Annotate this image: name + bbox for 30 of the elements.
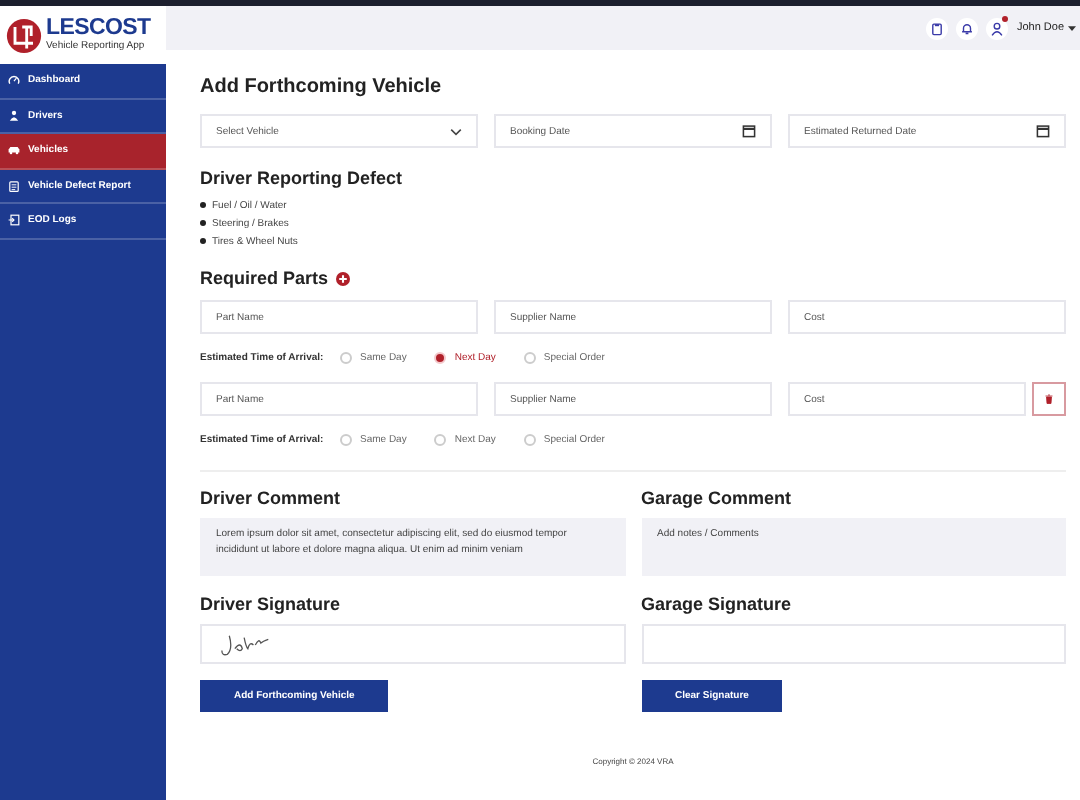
logo-icon [6,17,42,53]
calendar-icon [742,124,756,138]
car-icon [8,144,20,157]
logo-name: LESCOST [46,18,151,41]
page-title: Add Forthcoming Vehicle [200,76,444,98]
clipboard-button[interactable] [926,17,949,39]
bell-icon [960,21,975,35]
section-heading: Required Parts [200,268,329,288]
add-icon[interactable] [336,271,351,285]
caret-icon [1068,25,1076,31]
bullet-icon [200,202,206,208]
section-heading: Garage Signature [641,594,792,614]
bullet-icon [200,220,206,226]
user-icon [990,21,1005,35]
section-heading: Driver Signature [200,594,341,614]
bullet-icon [200,238,206,244]
delete-button[interactable] [1032,382,1066,416]
clipboard-icon [930,21,945,35]
trash-icon [1044,394,1054,404]
profile-button[interactable] [986,17,1009,39]
chevron-down-icon [450,127,462,135]
notifications-button[interactable] [956,17,979,39]
document-icon [8,214,20,227]
people-icon [8,109,20,122]
section-heading: Driver Reporting Defect [200,168,405,188]
section-heading: Garage Comment [641,488,792,508]
calendar-icon [1036,124,1050,138]
section-heading: Driver Comment [200,488,341,508]
gauge-icon [8,74,20,87]
clipboard-icon [8,179,20,192]
